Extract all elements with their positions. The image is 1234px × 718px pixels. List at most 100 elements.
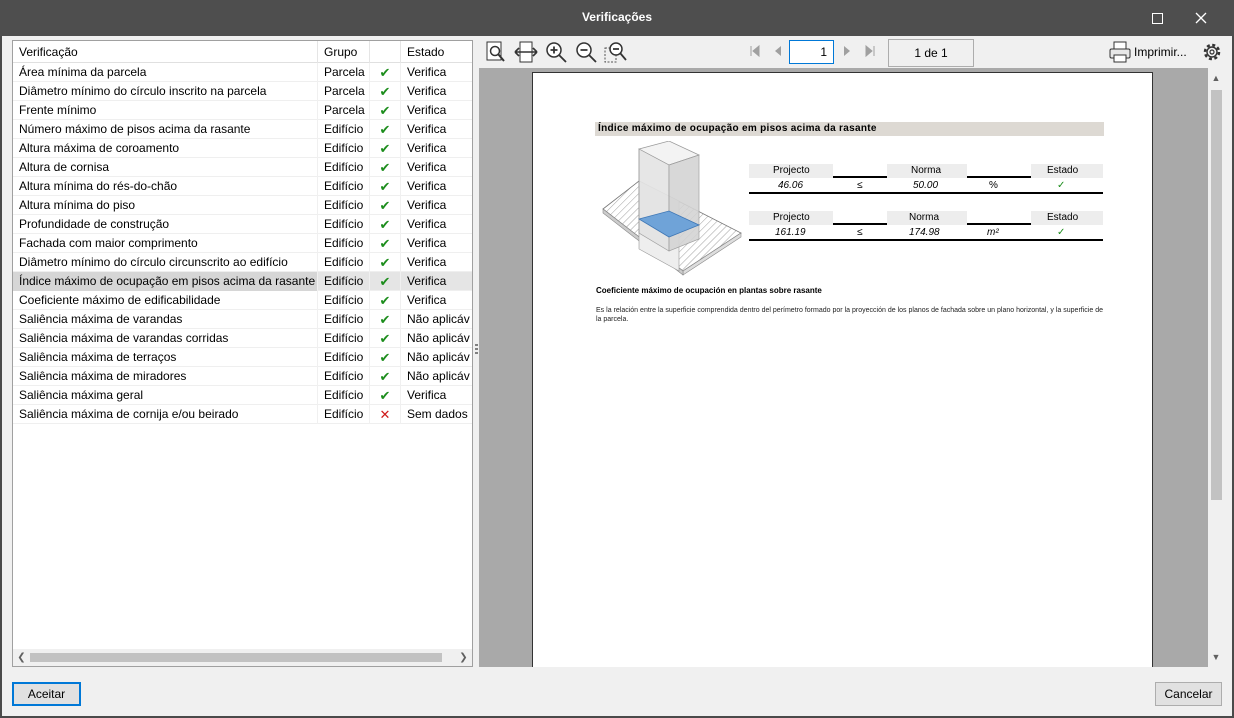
zoom-out-button[interactable] — [574, 40, 598, 64]
verification-state: Verifica — [407, 293, 447, 307]
zoom-in-button[interactable] — [544, 40, 568, 64]
verification-name: Diâmetro mínimo do círculo inscrito na p… — [13, 82, 318, 101]
accept-button[interactable]: Aceitar — [12, 682, 81, 706]
zoom-fit-button[interactable] — [484, 40, 508, 64]
table-row[interactable]: Saliência máxima de varandas Edifício ✔ Não… — [13, 310, 472, 329]
column-header-group[interactable]: Grupo — [318, 41, 370, 63]
table-row[interactable]: Saliência máxima de varandas corridas Edi… — [13, 329, 472, 348]
verification-state: Verifica — [407, 141, 447, 155]
settings-button[interactable] — [1200, 40, 1224, 64]
verification-group: Edifício — [318, 177, 370, 196]
report-page: Índice máximo de ocupação em pisos acima… — [532, 72, 1153, 667]
description-text: Es la relación entre la superficie compr… — [596, 307, 1103, 323]
table-row[interactable]: Diâmetro mínimo do círculo inscrito na p… — [13, 82, 472, 101]
next-page-button[interactable] — [841, 44, 853, 58]
table-row[interactable]: Fachada com maior comprimento Edifício ✔ Ve… — [13, 234, 472, 253]
verification-state: Não aplicáv — [407, 350, 470, 364]
verification-group: Edifício — [318, 367, 370, 386]
check-icon: ✔ — [379, 293, 391, 308]
verification-group: Edifício — [318, 291, 370, 310]
previous-page-icon — [775, 46, 781, 56]
cancel-button[interactable]: Cancelar — [1155, 682, 1222, 706]
table-row[interactable]: Área mínima da parcela Parcela ✔ Verifica — [13, 63, 472, 82]
state-check-icon: ✓ — [1057, 227, 1066, 238]
dialog-body: Verificação Grupo Estado Área mínima da … — [2, 36, 1232, 716]
scroll-right-icon[interactable]: ❯ — [455, 649, 472, 666]
table-row[interactable]: Altura de cornisa Edifício ✔ Verifica — [13, 158, 472, 177]
first-page-button[interactable] — [749, 44, 761, 58]
table-row[interactable]: Coeficiente máximo de edificabilidade Edi… — [13, 291, 472, 310]
scroll-down-icon[interactable]: ▼ — [1208, 649, 1224, 665]
verification-state: Verifica — [407, 179, 447, 193]
table-row[interactable]: Saliência máxima de terraços Edifício ✔ Não… — [13, 348, 472, 367]
scroll-left-icon[interactable]: ❮ — [13, 649, 30, 666]
table-row[interactable]: Saliência máxima de miradores Edifício ✔ Nã… — [13, 367, 472, 386]
verification-group: Edifício — [318, 215, 370, 234]
verification-name: Número máximo de pisos acima da rasante — [13, 120, 318, 139]
verification-name: Área mínima da parcela — [13, 63, 318, 82]
verification-group: Edifício — [318, 386, 370, 405]
scroll-up-icon[interactable]: ▲ — [1208, 70, 1224, 86]
operator: ≤ — [857, 180, 863, 191]
check-icon: ✔ — [379, 122, 391, 137]
verification-group: Edifício — [318, 253, 370, 272]
verification-group: Edifício — [318, 196, 370, 215]
last-page-button[interactable] — [864, 44, 876, 58]
verification-group: Edifício — [318, 234, 370, 253]
verification-group: Parcela — [318, 82, 370, 101]
table-row[interactable]: Profundidade de construção Edifício ✔ Verif… — [13, 215, 472, 234]
table-row[interactable]: Número máximo de pisos acima da rasante E… — [13, 120, 472, 139]
state-check-icon: ✓ — [1057, 180, 1066, 191]
occupation-table-area: Projecto Norma Estado 161.19 ≤ 174.98 m²… — [749, 211, 1103, 241]
panel-splitter[interactable] — [475, 344, 478, 358]
check-icon: ✔ — [379, 217, 391, 232]
verification-list[interactable]: Verificação Grupo Estado Área mínima da … — [12, 40, 473, 667]
table-row[interactable]: Índice máximo de ocupação em pisos acima… — [13, 272, 472, 291]
verification-group: Edifício — [318, 348, 370, 367]
table-row[interactable]: Diâmetro mínimo do círculo circunscrito … — [13, 253, 472, 272]
table-row[interactable]: Saliência máxima de cornija e/ou beirado… — [13, 405, 472, 424]
report-preview[interactable]: Índice máximo de ocupação em pisos acima… — [479, 68, 1222, 667]
table-row[interactable]: Frente mínimo Parcela ✔ Verifica — [13, 101, 472, 120]
check-icon: ✔ — [379, 198, 391, 213]
check-icon: ✔ — [379, 65, 391, 80]
printer-icon — [1109, 41, 1131, 63]
verification-group: Edifício — [318, 139, 370, 158]
horizontal-scrollbar[interactable]: ❮ ❯ — [13, 649, 472, 666]
scrollbar-thumb[interactable] — [1211, 90, 1222, 500]
verification-group: Parcela — [318, 101, 370, 120]
verification-state: Não aplicáv — [407, 312, 470, 326]
previous-page-button[interactable] — [772, 44, 784, 58]
table-row[interactable]: Altura máxima de coroamento Edifício ✔ Veri… — [13, 139, 472, 158]
column-header-verification[interactable]: Verificação — [13, 41, 318, 63]
maximize-button[interactable] — [1140, 6, 1172, 30]
zoom-area-button[interactable] — [604, 40, 628, 64]
zoom-in-icon — [546, 42, 567, 63]
verification-name: Saliência máxima de varandas — [13, 310, 318, 329]
verification-state: Sem dados — [407, 407, 468, 421]
fit-width-button[interactable] — [514, 40, 538, 64]
scrollbar-thumb[interactable] — [30, 653, 442, 662]
table-row[interactable]: Altura mínima do piso Edifício ✔ Verifica — [13, 196, 472, 215]
next-page-icon — [844, 46, 850, 56]
cross-icon: ✕ — [379, 407, 391, 422]
table-row[interactable]: Altura mínima do rés-do-chão Edifício ✔ Ver… — [13, 177, 472, 196]
close-button[interactable] — [1184, 6, 1218, 30]
header-project: Projecto — [773, 165, 810, 176]
vertical-scrollbar[interactable]: ▲ ▼ — [1208, 68, 1224, 667]
check-icon: ✔ — [379, 388, 391, 403]
verification-state: Verifica — [407, 103, 447, 117]
verification-name: Frente mínimo — [13, 101, 318, 120]
list-header: Verificação Grupo Estado — [13, 41, 472, 63]
check-icon: ✔ — [379, 331, 391, 346]
print-button[interactable]: Imprimir... — [1106, 40, 1194, 64]
norm-value: 50.00 — [913, 180, 939, 191]
column-header-status-icon[interactable] — [370, 41, 401, 63]
table-row[interactable]: Saliência máxima geral Edifício ✔ Verifica — [13, 386, 472, 405]
column-header-state[interactable]: Estado — [401, 41, 472, 63]
header-state: Estado — [1047, 165, 1079, 176]
verification-name: Diâmetro mínimo do círculo circunscrito … — [13, 253, 318, 272]
check-icon: ✔ — [379, 179, 391, 194]
verification-name: Altura de cornisa — [13, 158, 318, 177]
page-number-input[interactable]: 1 — [789, 40, 834, 64]
